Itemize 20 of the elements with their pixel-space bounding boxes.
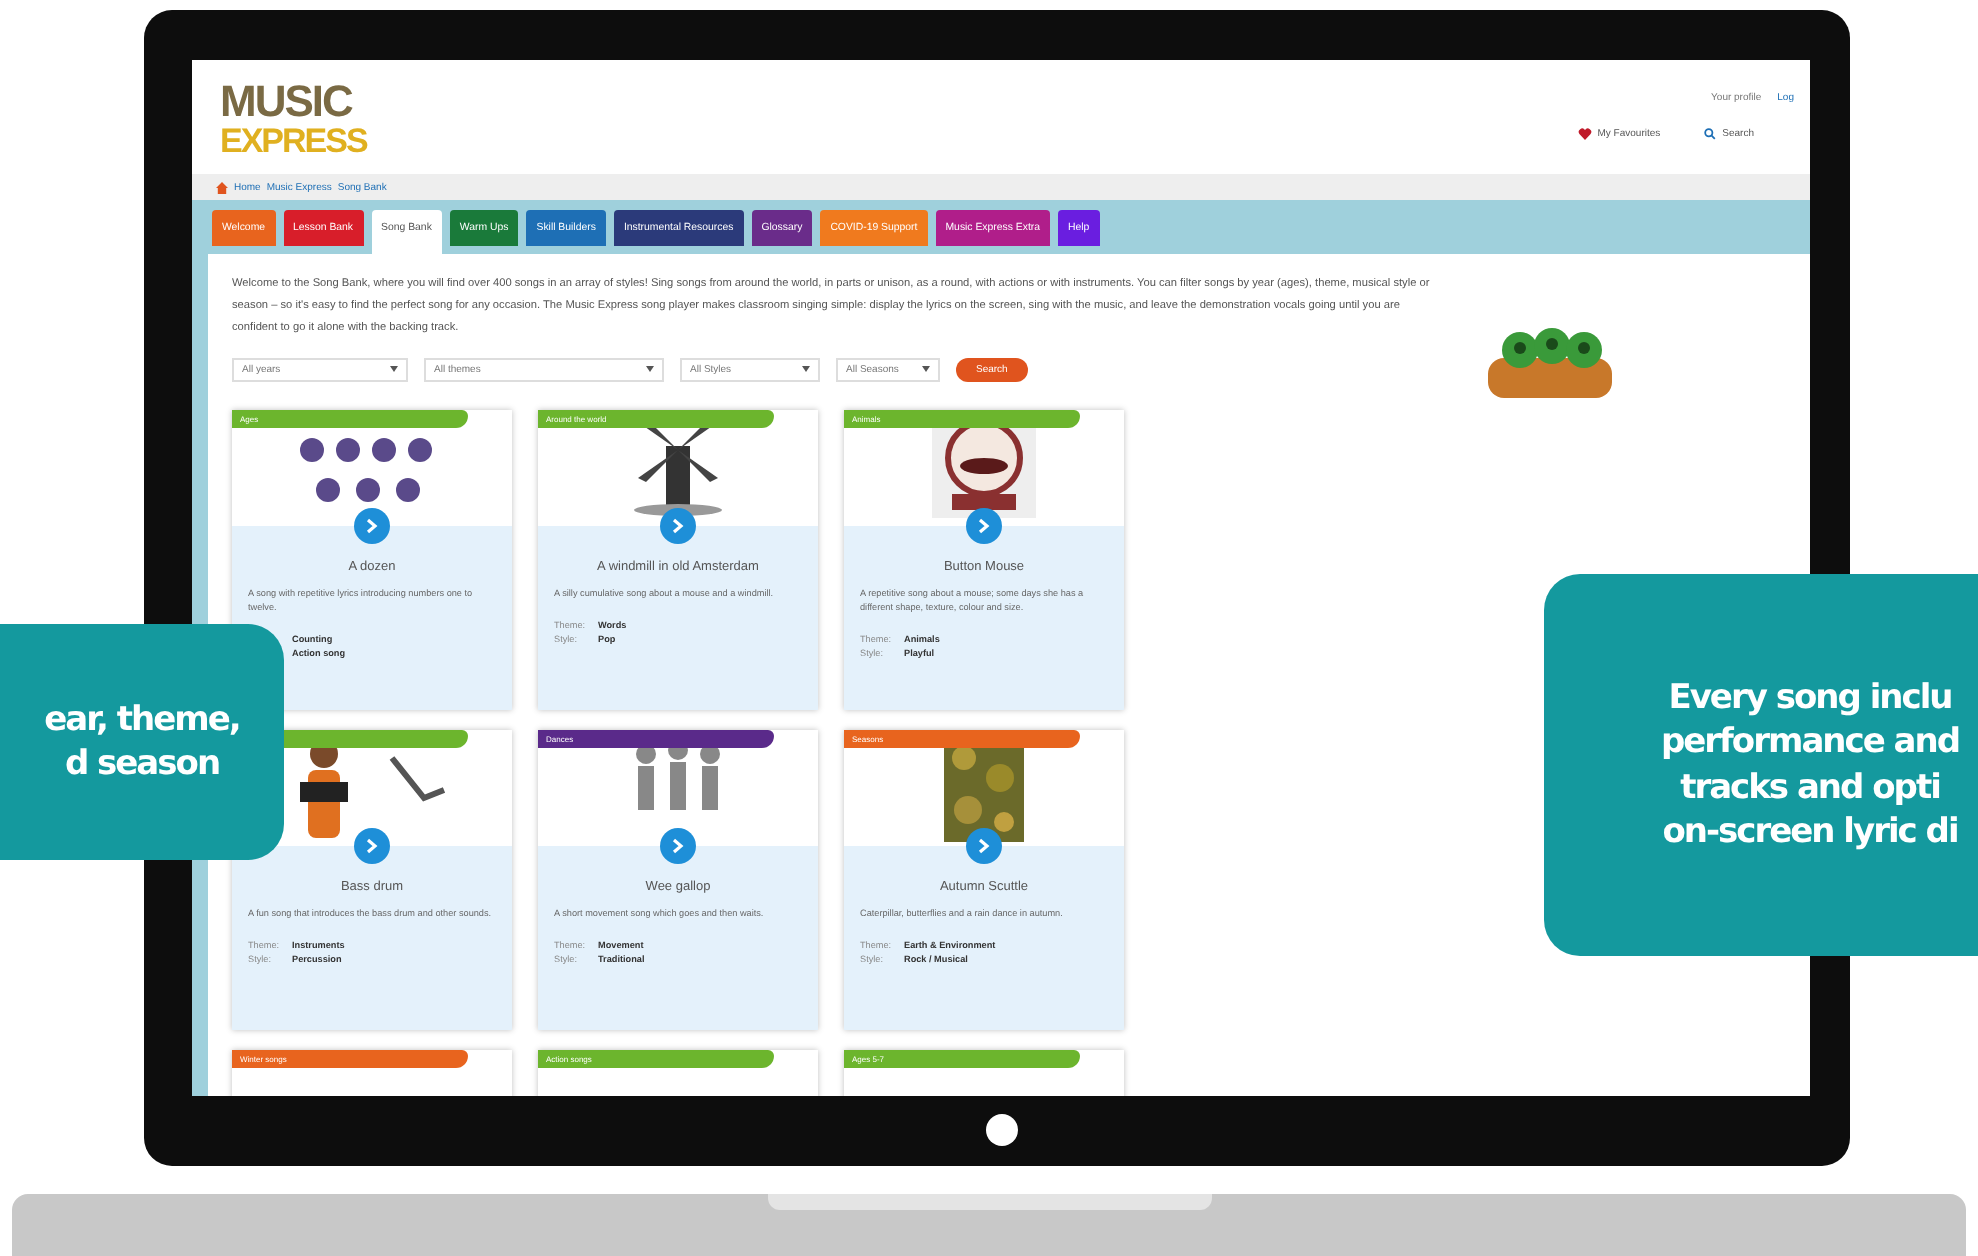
chevron-icon [366,837,378,854]
chevron-icon [366,517,378,534]
callout-text: d season [64,742,220,787]
logo[interactable]: MUSIC EXPRESS [220,80,367,174]
callout-text: tracks and opti [1678,765,1942,810]
chevron-icon [672,837,684,854]
callout-text: performance and [1658,720,1962,765]
caret-icon [802,366,810,373]
home-icon[interactable] [216,181,228,193]
callout-text: on-screen lyric di [1660,809,1960,854]
caret-icon [390,366,398,373]
heart-icon[interactable] [1577,128,1592,140]
chevron-icon [978,837,990,854]
search-icon[interactable] [1704,128,1717,140]
camera-dot [985,1114,1017,1146]
chevron-icon [672,517,684,534]
callout-text: Every song inclu [1666,676,1954,721]
caret-icon [646,366,654,373]
caret-icon [922,366,930,373]
chevron-icon [978,517,990,534]
